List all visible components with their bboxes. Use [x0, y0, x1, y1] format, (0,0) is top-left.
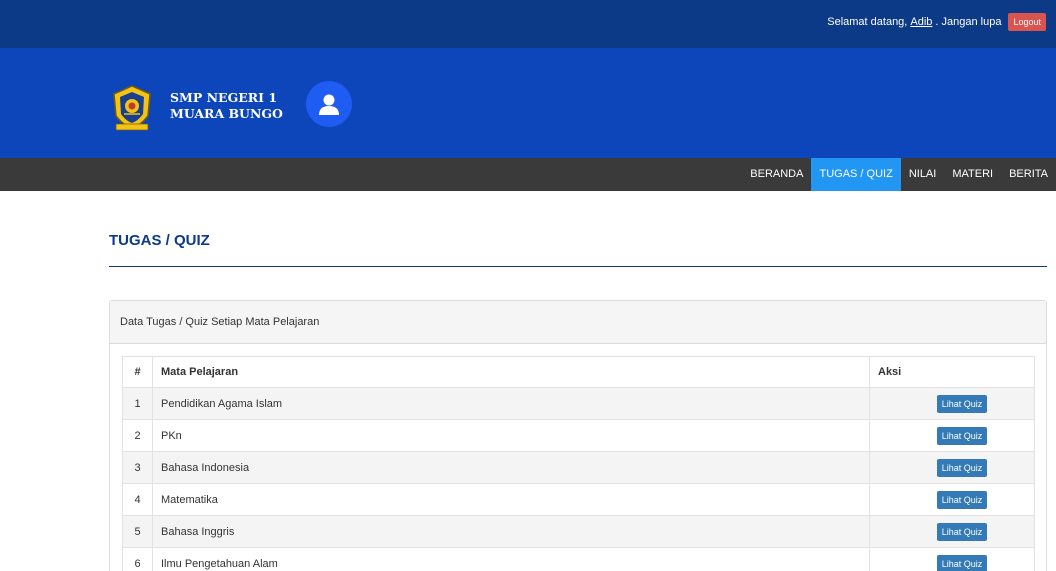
- table-row: 2 PKn Lihat Quiz: [122, 419, 1035, 452]
- row-number: 2: [122, 419, 153, 452]
- top-bar: Selamat datang, Adib. Jangan lupa Logout: [0, 0, 1056, 48]
- nav-item-nilai[interactable]: NILAI: [901, 158, 945, 191]
- lihat-quiz-button[interactable]: Lihat Quiz: [936, 490, 988, 509]
- welcome-prefix: Selamat datang,: [827, 16, 908, 28]
- row-action: Lihat Quiz: [869, 515, 1035, 548]
- school-logo-icon: [110, 84, 154, 132]
- lihat-quiz-button[interactable]: Lihat Quiz: [936, 426, 988, 445]
- school-name: SMP NEGERI 1 MUARA BUNGO: [170, 90, 283, 122]
- lihat-quiz-button[interactable]: Lihat Quiz: [936, 458, 988, 477]
- table-row: 6 Ilmu Pengetahuan Alam Lihat Quiz: [122, 547, 1035, 571]
- row-subject: Bahasa Inggris: [152, 515, 870, 548]
- quiz-table: # Mata Pelajaran Aksi 1 Pendidikan Agama…: [122, 356, 1035, 571]
- column-header-number: #: [122, 356, 153, 388]
- username-link[interactable]: Adib: [910, 16, 932, 28]
- row-action: Lihat Quiz: [869, 547, 1035, 571]
- row-number: 5: [122, 515, 153, 548]
- lihat-quiz-button[interactable]: Lihat Quiz: [936, 554, 988, 571]
- nav-item-tugas-quiz[interactable]: TUGAS / QUIZ: [811, 158, 901, 191]
- row-action: Lihat Quiz: [869, 451, 1035, 484]
- row-number: 4: [122, 483, 153, 516]
- header-banner: SMP NEGERI 1 MUARA BUNGO: [0, 48, 1056, 158]
- table-row: 1 Pendidikan Agama Islam Lihat Quiz: [122, 387, 1035, 420]
- row-subject: Matematika: [152, 483, 870, 516]
- lihat-quiz-button[interactable]: Lihat Quiz: [936, 522, 988, 541]
- row-action: Lihat Quiz: [869, 483, 1035, 516]
- nav-menu: BERANDA TUGAS / QUIZ NILAI MATERI BERITA: [742, 158, 1056, 191]
- nav-item-beranda[interactable]: BERANDA: [742, 158, 811, 191]
- logout-button[interactable]: Logout: [1008, 13, 1046, 31]
- panel-heading: Data Tugas / Quiz Setiap Mata Pelajaran: [110, 301, 1046, 344]
- quiz-panel: Data Tugas / Quiz Setiap Mata Pelajaran …: [109, 300, 1047, 571]
- row-action: Lihat Quiz: [869, 387, 1035, 420]
- table-header-row: # Mata Pelajaran Aksi: [122, 356, 1035, 388]
- page-title: TUGAS / QUIZ: [109, 232, 210, 249]
- row-number: 3: [122, 451, 153, 484]
- welcome-suffix: . Jangan lupa: [935, 16, 1002, 28]
- main-navbar: BERANDA TUGAS / QUIZ NILAI MATERI BERITA: [0, 158, 1056, 191]
- column-header-subject: Mata Pelajaran: [152, 356, 870, 388]
- title-divider: [109, 266, 1047, 267]
- row-subject: Pendidikan Agama Islam: [152, 387, 870, 420]
- nav-item-materi[interactable]: MATERI: [944, 158, 1001, 191]
- nav-item-berita[interactable]: BERITA: [1001, 158, 1056, 191]
- row-number: 1: [122, 387, 153, 420]
- lihat-quiz-button[interactable]: Lihat Quiz: [936, 394, 988, 413]
- row-subject: PKn: [152, 419, 870, 452]
- table-row: 4 Matematika Lihat Quiz: [122, 483, 1035, 516]
- row-subject: Ilmu Pengetahuan Alam: [152, 547, 870, 571]
- school-name-line2: MUARA BUNGO: [170, 106, 283, 121]
- table-row: 5 Bahasa Inggris Lihat Quiz: [122, 515, 1035, 548]
- welcome-message: Selamat datang, Adib. Jangan lupa Logout: [827, 13, 1046, 31]
- table-row: 3 Bahasa Indonesia Lihat Quiz: [122, 451, 1035, 484]
- row-number: 6: [122, 547, 153, 571]
- school-name-line1: SMP NEGERI 1: [170, 90, 278, 105]
- row-subject: Bahasa Indonesia: [152, 451, 870, 484]
- user-avatar-icon[interactable]: [306, 81, 352, 127]
- row-action: Lihat Quiz: [869, 419, 1035, 452]
- column-header-action: Aksi: [869, 356, 1035, 388]
